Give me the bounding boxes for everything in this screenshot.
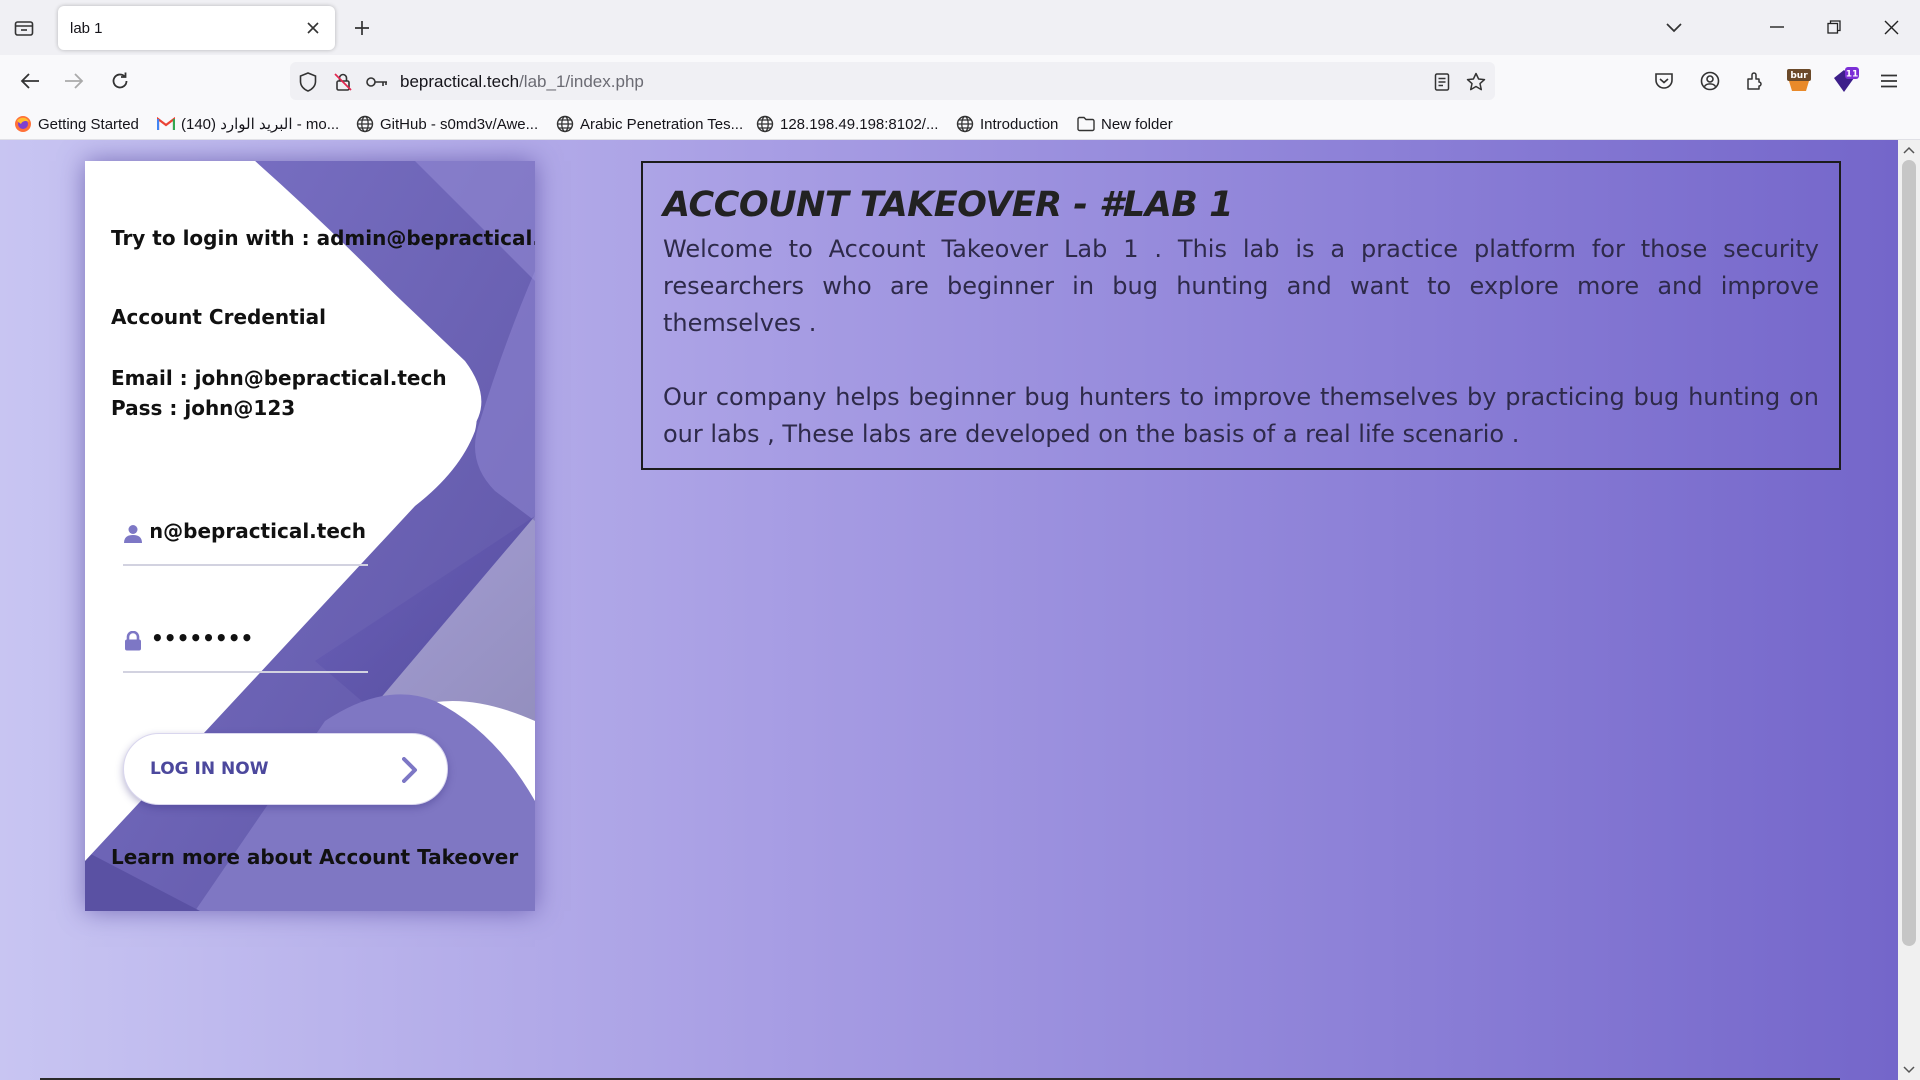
password-input[interactable]: •••••••• — [151, 626, 366, 660]
back-arrow-icon[interactable] — [14, 65, 46, 97]
navigation-toolbar: bepractical.tech/lab_1/index.php bur 11 — [0, 55, 1920, 107]
shield-icon[interactable] — [297, 71, 319, 93]
account-icon[interactable] — [1694, 65, 1726, 97]
username-value: john@bepractical.tech — [151, 519, 366, 543]
bookmark-star-icon[interactable] — [1465, 71, 1487, 93]
username-input[interactable]: john@bepractical.tech — [151, 519, 366, 553]
password-value: •••••••• — [151, 626, 254, 650]
bookmark-label: Arabic Penetration Tes... — [580, 115, 744, 133]
bookmark-label: 128.198.49.198:8102/... — [780, 115, 939, 133]
bookmark-gmail[interactable]: البريد الوارد (140) - mo... — [157, 113, 339, 135]
close-tab-icon[interactable] — [303, 18, 323, 38]
bookmark-label: Introduction — [980, 115, 1059, 133]
folder-icon — [1077, 115, 1095, 133]
bookmarks-toolbar: Getting Started البريد الوارد (140) - mo… — [0, 107, 1920, 140]
firefox-icon — [14, 115, 32, 133]
password-field: •••••••• — [123, 618, 368, 673]
globe-icon — [556, 115, 574, 133]
lock-icon — [123, 630, 143, 652]
bookmark-label: البريد الوارد (140) - mo... — [181, 116, 340, 133]
login-card: Try to login with : admin@bepractical.te… — [85, 161, 535, 911]
chevron-down-icon[interactable] — [1660, 14, 1688, 42]
bookmark-label: New folder — [1101, 115, 1173, 133]
bookmark-new-folder[interactable]: New folder — [1077, 113, 1173, 135]
bookmark-ip-address[interactable]: 128.198.49.198:8102/... — [756, 113, 938, 135]
scrollbar-thumb[interactable] — [1902, 160, 1916, 946]
user-icon — [123, 523, 143, 545]
lab-info-box: ACCOUNT TAKEOVER - #LAB 1 Welcome to Acc… — [641, 161, 1841, 470]
gmail-icon — [157, 115, 175, 133]
bookmark-label: GitHub - s0md3v/Awe... — [380, 115, 539, 133]
vertical-scrollbar[interactable] — [1898, 140, 1920, 1080]
login-button-label: LOG IN NOW — [150, 759, 269, 779]
chevron-right-icon — [395, 754, 425, 786]
firefox-view-icon[interactable] — [10, 15, 38, 41]
extension-counter-icon[interactable]: 11 — [1829, 65, 1861, 97]
extension-counter-badge: 11 — [1846, 70, 1859, 80]
tab-strip: lab 1 — [0, 0, 1920, 55]
extensions-icon[interactable] — [1739, 65, 1771, 97]
tracking-blocked-icon[interactable] — [332, 71, 354, 93]
new-tab-icon[interactable] — [348, 14, 376, 42]
tab-lab-1[interactable]: lab 1 — [58, 6, 335, 50]
credential-email: Email : john@bepractical.tech — [111, 366, 447, 390]
burp-badge-text: bur — [1790, 71, 1808, 81]
forward-arrow-icon[interactable] — [58, 65, 90, 97]
tab-title: lab 1 — [70, 19, 103, 37]
url-path: /lab_1/index.php — [519, 72, 644, 91]
minimize-icon[interactable] — [1757, 10, 1797, 44]
credential-password: Pass : john@123 — [111, 396, 296, 420]
page-content: Try to login with : admin@bepractical.te… — [0, 140, 1898, 1080]
globe-icon — [956, 115, 974, 133]
address-bar[interactable]: bepractical.tech/lab_1/index.php — [290, 62, 1495, 100]
bookmark-getting-started[interactable]: Getting Started — [14, 113, 139, 135]
bookmark-label: Getting Started — [38, 115, 139, 133]
burp-extension-icon[interactable]: bur — [1784, 65, 1816, 97]
close-window-icon[interactable] — [1871, 10, 1911, 44]
key-icon[interactable] — [366, 71, 388, 93]
bookmark-github[interactable]: GitHub - s0md3v/Awe... — [356, 113, 538, 135]
lab-description: Welcome to Account Takeover Lab 1 . This… — [663, 235, 1819, 337]
reload-icon[interactable] — [104, 65, 136, 97]
pocket-icon[interactable] — [1648, 65, 1680, 97]
globe-icon — [356, 115, 374, 133]
restore-icon[interactable] — [1814, 10, 1854, 44]
credential-title: Account Credential — [111, 305, 326, 329]
login-button[interactable]: LOG IN NOW — [123, 733, 448, 805]
bookmark-arabic-pentest[interactable]: Arabic Penetration Tes... — [556, 113, 743, 135]
bookmark-introduction[interactable]: Introduction — [956, 113, 1058, 135]
lab-title: ACCOUNT TAKEOVER - #LAB 1 — [663, 185, 1234, 225]
login-hint: Try to login with : admin@bepractical.te… — [111, 226, 535, 250]
hamburger-menu-icon[interactable] — [1873, 65, 1905, 97]
reader-view-icon[interactable] — [1431, 71, 1453, 93]
username-field: john@bepractical.tech — [123, 511, 368, 566]
globe-icon — [756, 115, 774, 133]
scroll-down-arrow-icon[interactable] — [1903, 1064, 1915, 1076]
scroll-up-arrow-icon[interactable] — [1903, 144, 1915, 156]
company-description: Our company helps beginner bug hunters t… — [663, 383, 1819, 448]
learn-more-link[interactable]: Learn more about Account Takeover — [111, 845, 518, 869]
url-text[interactable]: bepractical.tech/lab_1/index.php — [400, 72, 644, 92]
url-host: bepractical.tech — [400, 72, 520, 91]
